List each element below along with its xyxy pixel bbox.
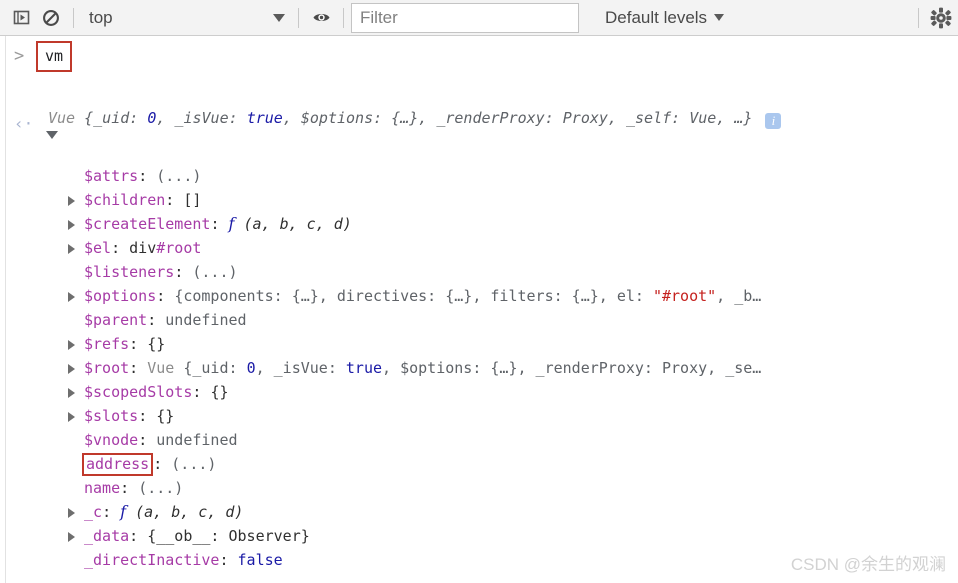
- property-key: _c: [84, 503, 103, 521]
- live-expression-eye-icon: [313, 13, 329, 22]
- property-value[interactable]: (...): [138, 479, 183, 497]
- property-value: div#root: [129, 239, 202, 257]
- info-badge-icon[interactable]: i: [765, 113, 782, 129]
- isvue-value: true: [246, 109, 283, 127]
- property-key: $listeners: [84, 263, 175, 281]
- property-key: $parent: [84, 311, 148, 329]
- prompt-arrow-icon: >: [14, 46, 25, 66]
- chevron-down-icon: [714, 14, 725, 21]
- console-toolbar: top Default levels: [0, 0, 958, 36]
- property-value: []: [183, 191, 202, 209]
- property-key: $vnode: [84, 431, 139, 449]
- expand-triangle-icon[interactable]: [68, 292, 75, 302]
- property-row-slots[interactable]: $slots: {}: [0, 404, 958, 428]
- property-value[interactable]: (...): [171, 455, 216, 473]
- property-value[interactable]: (...): [192, 263, 237, 281]
- property-key: $options: [84, 287, 157, 305]
- property-value: (a, b, c, d): [234, 215, 352, 233]
- property-key: _data: [84, 527, 130, 545]
- property-key: $attrs: [84, 167, 139, 185]
- property-list: $attrs: (...) $children: [] $createEleme…: [0, 164, 958, 572]
- property-row-scopedslots[interactable]: $scopedSlots: {}: [0, 380, 958, 404]
- csdn-watermark: CSDN @余生的观澜: [790, 555, 946, 574]
- uid-value: 0: [147, 109, 157, 127]
- toolbar-divider-4: [918, 8, 919, 28]
- property-value: {}: [147, 335, 166, 353]
- property-key: $slots: [84, 407, 139, 425]
- console-sidebar-toggle-button[interactable]: [6, 4, 36, 32]
- property-row-listeners[interactable]: $listeners: (...): [0, 260, 958, 284]
- result-object-header[interactable]: Vue {_uid: 0, _isVue: true, $options: {……: [48, 106, 958, 130]
- return-arrow-icon: ‹·: [14, 114, 34, 133]
- property-value[interactable]: (...): [156, 167, 201, 185]
- settings-button[interactable]: [926, 4, 956, 32]
- expand-triangle-icon[interactable]: [68, 244, 75, 254]
- property-value: false: [237, 551, 283, 569]
- property-value: {__ob__: Observer}: [147, 527, 310, 545]
- property-row-createelement[interactable]: $createElement: f (a, b, c, d): [0, 212, 958, 236]
- chevron-down-icon: [273, 13, 285, 22]
- expand-triangle-icon[interactable]: [68, 412, 75, 422]
- console-output-area: > vm ‹· Vue {_uid: 0, _isVue: true, $opt…: [0, 36, 958, 583]
- expand-triangle-icon[interactable]: [68, 220, 75, 230]
- toolbar-divider-1: [73, 7, 74, 28]
- property-row-attrs[interactable]: $attrs: (...): [0, 164, 958, 188]
- toolbar-divider-3: [343, 7, 344, 28]
- property-row-root[interactable]: $root: Vue {_uid: 0, _isVue: true, $opti…: [0, 356, 958, 380]
- property-key: $createElement: [84, 215, 211, 233]
- log-levels-selector[interactable]: Default levels: [597, 5, 732, 31]
- execution-context-selector[interactable]: top: [81, 5, 291, 31]
- property-value: Vue {_uid: 0, _isVue: true, $options: {……: [147, 359, 762, 377]
- log-levels-label: Default levels: [605, 7, 708, 27]
- toolbar-divider-2: [298, 7, 299, 28]
- gear-icon: [930, 7, 952, 29]
- expand-triangle-icon[interactable]: [68, 508, 75, 518]
- console-input-echo-row: > vm: [0, 38, 958, 74]
- expand-triangle-icon[interactable]: [68, 340, 75, 350]
- property-value: undefined: [156, 431, 238, 449]
- property-row-vnode[interactable]: $vnode: undefined: [0, 428, 958, 452]
- result-class-name: Vue: [48, 109, 85, 127]
- property-row-c[interactable]: _c: f (a, b, c, d): [0, 500, 958, 524]
- property-value: undefined: [165, 311, 247, 329]
- property-row-refs[interactable]: $refs: {}: [0, 332, 958, 356]
- expand-triangle-icon[interactable]: [68, 196, 75, 206]
- property-key: $refs: [84, 335, 130, 353]
- expand-result-triangle-icon[interactable]: [46, 131, 58, 139]
- expand-triangle-icon[interactable]: [68, 388, 75, 398]
- property-value: {}: [210, 383, 229, 401]
- property-key: $scopedSlots: [84, 383, 193, 401]
- property-row-parent[interactable]: $parent: undefined: [0, 308, 958, 332]
- clear-console-button[interactable]: [36, 4, 66, 32]
- property-key: $root: [84, 359, 130, 377]
- annotation-box-vm: vm: [36, 40, 73, 72]
- property-key: name: [84, 479, 121, 497]
- property-key: _directInactive: [84, 551, 220, 569]
- live-expression-button[interactable]: [306, 4, 336, 32]
- expand-triangle-icon[interactable]: [68, 364, 75, 374]
- property-value: {}: [156, 407, 175, 425]
- property-row-address[interactable]: address: (...): [0, 452, 958, 476]
- property-value: (a, b, c, d): [126, 503, 244, 521]
- property-key: $el: [84, 239, 112, 257]
- clear-console-icon: [43, 9, 59, 26]
- property-row-children[interactable]: $children: []: [0, 188, 958, 212]
- property-value: {components: {…}, directives: {…}, filte…: [174, 287, 762, 305]
- property-row-el[interactable]: $el: div#root: [0, 236, 958, 260]
- toolbar-right-group: [911, 0, 958, 36]
- expand-triangle-icon[interactable]: [68, 532, 75, 542]
- property-row-name[interactable]: name: (...): [0, 476, 958, 500]
- property-key: $children: [84, 191, 166, 209]
- filter-input[interactable]: [351, 2, 579, 33]
- property-row-options[interactable]: $options: {components: {…}, directives: …: [0, 284, 958, 308]
- execution-context-label: top: [89, 7, 113, 27]
- console-sidebar-icon: [13, 10, 29, 25]
- annotation-box-address: address: [82, 453, 154, 476]
- property-row-data[interactable]: _data: {__ob__: Observer}: [0, 524, 958, 548]
